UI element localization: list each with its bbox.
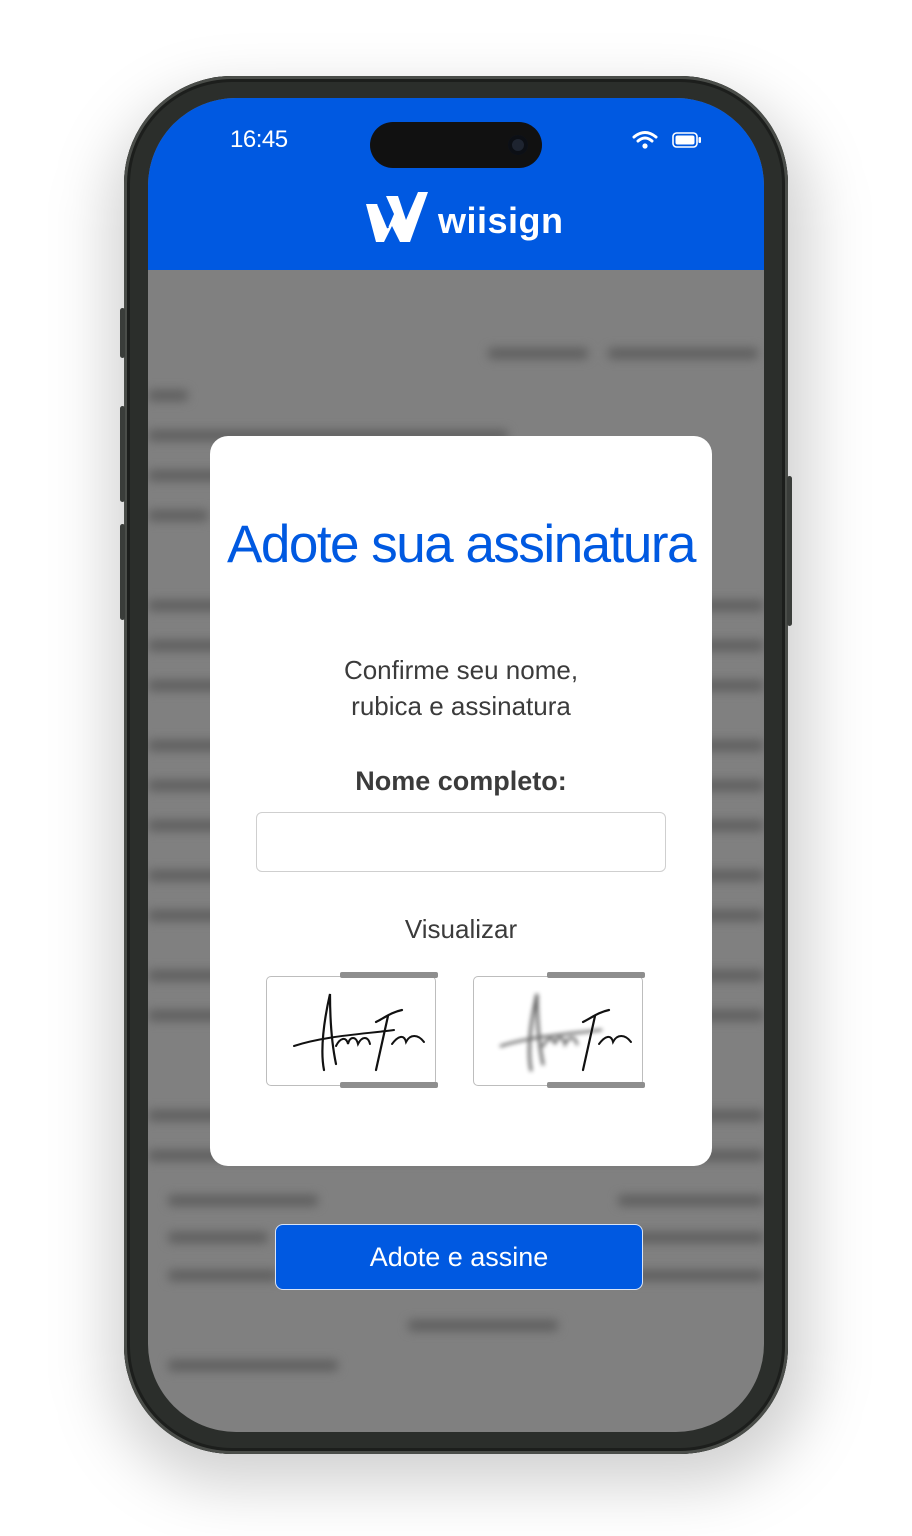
wiisign-logo-icon [364, 190, 430, 251]
front-camera [508, 135, 528, 155]
signature-preview-blurred[interactable] [473, 972, 647, 1088]
mute-switch [120, 308, 125, 358]
app-header: 16:45 wiisign [148, 98, 764, 270]
signature-bottom-bar [547, 1082, 645, 1088]
power-button [787, 476, 792, 626]
volume-up-button [120, 406, 125, 502]
phone-screen: 16:45 wiisign Adote sua assinatura Confi… [148, 98, 764, 1432]
signature-top-bar [340, 972, 438, 978]
dialog-title: Adote sua assinatura [227, 515, 696, 574]
logo-text: wiisign [438, 199, 564, 241]
full-name-label: Nome completo: [355, 766, 567, 796]
signature-drawing [293, 993, 425, 1072]
signature-top-bar [547, 972, 645, 978]
volume-down-button [120, 524, 125, 620]
adopt-signature-dialog: Adote sua assinatura Confirme seu nome, … [210, 436, 712, 1166]
dialog-subtitle: Confirme seu nome, rubica e assinatura [343, 655, 579, 721]
adopt-and-sign-button[interactable]: Adote e assine [275, 1224, 643, 1290]
full-name-input[interactable] [256, 812, 666, 872]
signature-preview-sharp[interactable] [266, 972, 440, 1088]
preview-label: Visualizar [404, 914, 518, 944]
dynamic-island [370, 122, 542, 168]
battery-icon [672, 132, 702, 153]
status-icons [632, 130, 702, 155]
signature-bottom-bar [340, 1082, 438, 1088]
wifi-icon [632, 130, 658, 155]
wiisign-logo: wiisign [364, 190, 564, 251]
signature-drawing-blurred [499, 993, 632, 1072]
status-time: 16:45 [230, 126, 288, 153]
